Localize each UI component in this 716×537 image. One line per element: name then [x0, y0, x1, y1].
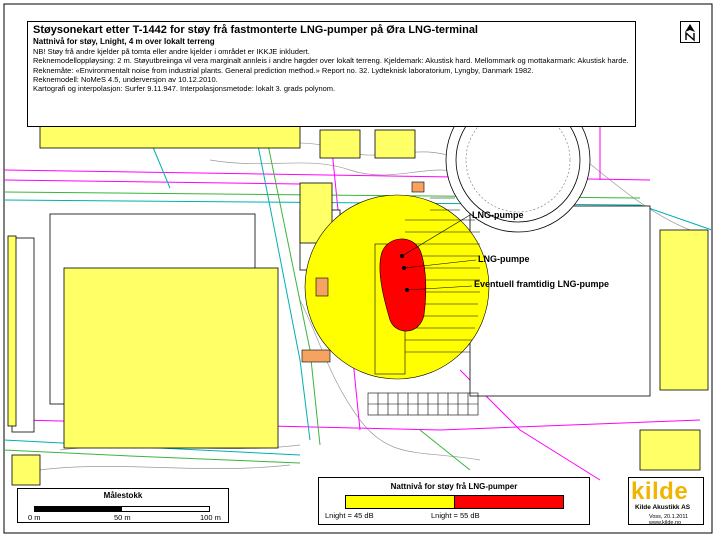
legend-swatch-55db — [454, 495, 564, 509]
scale-label: 50 m — [114, 513, 131, 522]
noise-legend: Nattnivå for støy frå LNG-pumper Lnight … — [318, 477, 590, 525]
logo-wordmark: kilde — [631, 478, 689, 505]
logo-company: Kilde Akustikk AS — [635, 504, 691, 511]
map-title: Støysonekart etter T-1442 for støy frå f… — [33, 24, 478, 36]
north-arrow-icon — [680, 21, 700, 43]
header-note: Reknemodell: NoMeS 4.5, underversjon av … — [33, 74, 218, 84]
legend-swatch-45db — [345, 495, 455, 509]
logo-web: www.kilde.no — [649, 520, 682, 526]
legend-title: Nattnivå for støy frå LNG-pumper — [390, 482, 518, 491]
map-subtitle: Nattnivå for støy, Lnight, 4 m over loka… — [33, 37, 215, 46]
legend-label-55db: Lnight = 55 dB — [431, 511, 480, 520]
scale-label: 0 m — [28, 513, 41, 522]
legend-label-45db: Lnight = 45 dB — [325, 511, 374, 520]
company-logo: kilde Kilde Akustikk AS Voss, 20.1.2011 … — [628, 477, 704, 526]
callout-future-pump: Eventuell framtidig LNG-pumpe — [474, 279, 610, 289]
scale-graphic — [34, 506, 210, 512]
callout-pump: LNG-pumpe — [478, 254, 530, 264]
callout-pump: LNG-pumpe — [472, 210, 524, 220]
header-note: Reknemåte: «Environmentalt noise from in… — [33, 65, 534, 75]
map-header: Støysonekart etter T-1442 for støy frå f… — [27, 21, 636, 127]
scale-title: Målestokk — [103, 491, 143, 500]
header-note: NB! Støy frå andre kjelder på tomta elle… — [33, 47, 310, 56]
header-note: Reknemodelloppløysing: 2 m. Støyutbreiin… — [33, 56, 629, 66]
scale-label: 100 m — [200, 513, 221, 522]
scale-bar: Målestokk 0 m 50 m 100 m — [17, 488, 229, 523]
header-note: Kartografi og interpolasjon: Surfer 9.11… — [33, 84, 336, 94]
